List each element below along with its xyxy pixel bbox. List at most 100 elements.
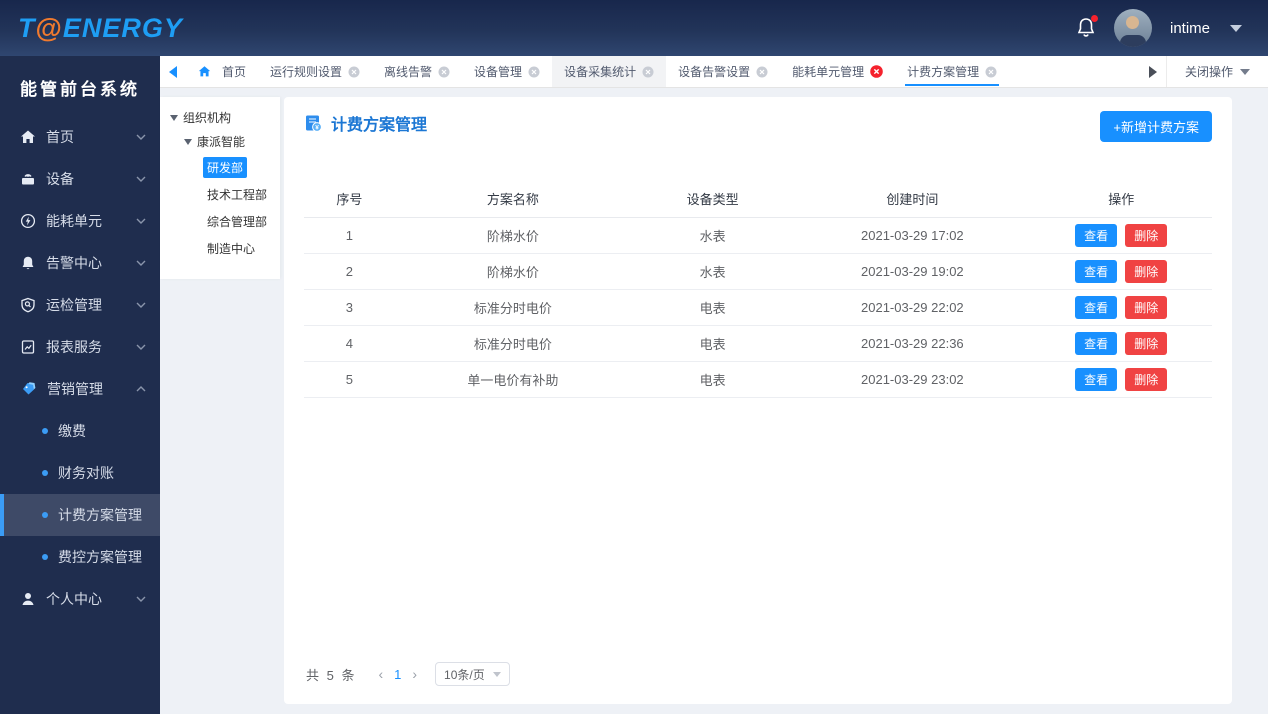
sidebar-item-billing-plan[interactable]: 计费方案管理 (0, 494, 160, 536)
logo-at-icon: @ (35, 12, 63, 43)
sidebar-item-label: 报表服务 (46, 339, 102, 355)
add-billing-plan-button[interactable]: +新增计费方案 (1100, 111, 1212, 142)
sidebar-item-device[interactable]: 设备 (0, 158, 160, 200)
tab-device-mgmt[interactable]: 设备管理 (462, 56, 552, 87)
chevron-down-icon (136, 176, 146, 182)
cell-device-type: 电表 (630, 325, 795, 362)
sidebar-item-marketing[interactable]: 营销管理 (0, 368, 160, 410)
delete-button[interactable]: 删除 (1125, 224, 1168, 247)
delete-button[interactable]: 删除 (1125, 260, 1168, 283)
tree-node-root[interactable]: 组织机构 (170, 109, 274, 126)
close-icon[interactable] (642, 66, 654, 78)
delete-button[interactable]: 删除 (1125, 368, 1168, 391)
view-button[interactable]: 查看 (1075, 260, 1118, 283)
tabs-scroll-left-icon[interactable] (160, 56, 186, 87)
cell-index: 3 (304, 289, 395, 326)
sidebar-item-finance-reconcile[interactable]: 财务对账 (0, 452, 160, 494)
tab-run-rules[interactable]: 运行规则设置 (258, 56, 372, 87)
total-count: 共 5 条 (306, 667, 357, 683)
tab-label: 首页 (222, 65, 247, 79)
tab-label: 设备采集统计 (564, 65, 637, 79)
sidebar-subitem-label: 计费方案管理 (58, 507, 142, 523)
sidebar-subitem-label: 缴费 (58, 423, 86, 439)
sidebar: 能管前台系统 首页 设备 能耗单元 告警中心 运检管理 报表服务 营销管理 缴费… (0, 56, 160, 714)
col-header-created-time: 创建时间 (794, 180, 1031, 218)
tree-node-manufacturing-center[interactable]: 制造中心 (170, 238, 274, 259)
person-icon (22, 593, 34, 605)
shield-search-icon (21, 297, 35, 313)
sidebar-item-fee-control-plan[interactable]: 费控方案管理 (0, 536, 160, 578)
col-header-actions: 操作 (1030, 180, 1212, 218)
close-icon-hover[interactable] (870, 65, 883, 78)
tree-expand-caret-icon[interactable] (170, 114, 178, 121)
chevron-down-icon (136, 596, 146, 602)
page-number[interactable]: 1 (391, 667, 404, 682)
tab-home[interactable]: 首页 (186, 56, 258, 87)
prev-page-icon[interactable]: ‹ (376, 666, 385, 682)
sidebar-item-energy-unit[interactable]: 能耗单元 (0, 200, 160, 242)
tree-expand-caret-icon[interactable] (184, 138, 192, 145)
avatar[interactable] (1113, 9, 1152, 47)
sidebar-item-reports[interactable]: 报表服务 (0, 326, 160, 368)
username: intime (1169, 19, 1210, 37)
cell-plan-name: 阶梯水价 (394, 253, 631, 290)
tabs-scroll-right-icon[interactable] (1140, 56, 1166, 87)
app-logo: T@ENERGY (18, 13, 183, 44)
sidebar-item-label: 告警中心 (46, 255, 102, 271)
sidebar-item-inspection[interactable]: 运检管理 (0, 284, 160, 326)
sidebar-item-label: 营销管理 (47, 381, 103, 397)
cell-created-time: 2021-03-29 17:02 (794, 217, 1031, 254)
sidebar-item-alarm-center[interactable]: 告警中心 (0, 242, 160, 284)
energy-bolt-icon (20, 213, 36, 229)
next-page-icon[interactable]: › (410, 666, 419, 682)
page-title-text: 计费方案管理 (331, 117, 428, 134)
close-icon[interactable] (348, 66, 360, 78)
chevron-up-icon (136, 386, 146, 392)
tab-billing-plan-mgmt[interactable]: 计费方案管理 (895, 56, 1009, 87)
view-button[interactable]: 查看 (1075, 296, 1118, 319)
tab-energy-unit-mgmt[interactable]: 能耗单元管理 (780, 56, 895, 87)
tree-node-rd-dept[interactable]: 研发部 (170, 157, 274, 178)
sidebar-item-label: 运检管理 (46, 297, 102, 313)
cell-device-type: 水表 (630, 217, 795, 254)
close-icon[interactable] (438, 66, 450, 78)
sidebar-item-home[interactable]: 首页 (0, 116, 160, 158)
system-title: 能管前台系统 (20, 80, 140, 99)
top-header: T@ENERGY intime (0, 0, 1268, 56)
view-button[interactable]: 查看 (1075, 332, 1118, 355)
close-icon[interactable] (528, 66, 540, 78)
tab-offline-alarm[interactable]: 离线告警 (372, 56, 462, 87)
view-button[interactable]: 查看 (1075, 368, 1118, 391)
tree-node-company[interactable]: 康派智能 (170, 133, 274, 150)
close-icon[interactable] (756, 66, 768, 78)
page-size-select[interactable]: 10条/页 (435, 662, 510, 686)
sidebar-item-personal-center[interactable]: 个人中心 (0, 578, 160, 620)
page-size-value: 10条/页 (444, 667, 485, 682)
sidebar-item-pay-fees[interactable]: 缴费 (0, 410, 160, 452)
tree-node-general-mgmt-dept[interactable]: 综合管理部 (170, 211, 274, 232)
close-operations-dropdown[interactable]: 关闭操作 (1165, 56, 1268, 87)
delete-button[interactable]: 删除 (1125, 332, 1168, 355)
table-row: 1 阶梯水价 水表 2021-03-29 17:02 查看 删除 (304, 217, 1212, 254)
tab-label: 设备告警设置 (678, 65, 751, 79)
cell-plan-name: 标准分时电价 (394, 325, 631, 362)
billing-plan-table: 序号 方案名称 设备类型 创建时间 操作 1 阶梯水价 水表 2021-03-2 (304, 180, 1212, 398)
cell-created-time: 2021-03-29 23:02 (794, 361, 1031, 398)
user-menu-caret-icon[interactable] (1230, 24, 1242, 32)
tab-device-collect-stats[interactable]: 设备采集统计 (552, 56, 667, 87)
cell-created-time: 2021-03-29 19:02 (794, 253, 1031, 290)
tree-node-label: 组织机构 (183, 111, 232, 125)
delete-button[interactable]: 删除 (1125, 296, 1168, 319)
close-icon[interactable] (985, 66, 997, 78)
chevron-down-icon (136, 302, 146, 308)
tab-device-alarm-settings[interactable]: 设备告警设置 (666, 56, 780, 87)
billing-doc-icon: ¥ (306, 115, 322, 132)
notifications-bell-icon[interactable] (1076, 15, 1098, 39)
tree-node-tech-eng-dept[interactable]: 技术工程部 (170, 184, 274, 205)
col-header-plan-name: 方案名称 (394, 180, 631, 218)
view-button[interactable]: 查看 (1075, 224, 1118, 247)
tab-label: 离线告警 (384, 65, 433, 79)
cell-index: 1 (304, 217, 395, 254)
table-row: 2 阶梯水价 水表 2021-03-29 19:02 查看 删除 (304, 253, 1212, 290)
tab-label: 设备管理 (474, 65, 523, 79)
